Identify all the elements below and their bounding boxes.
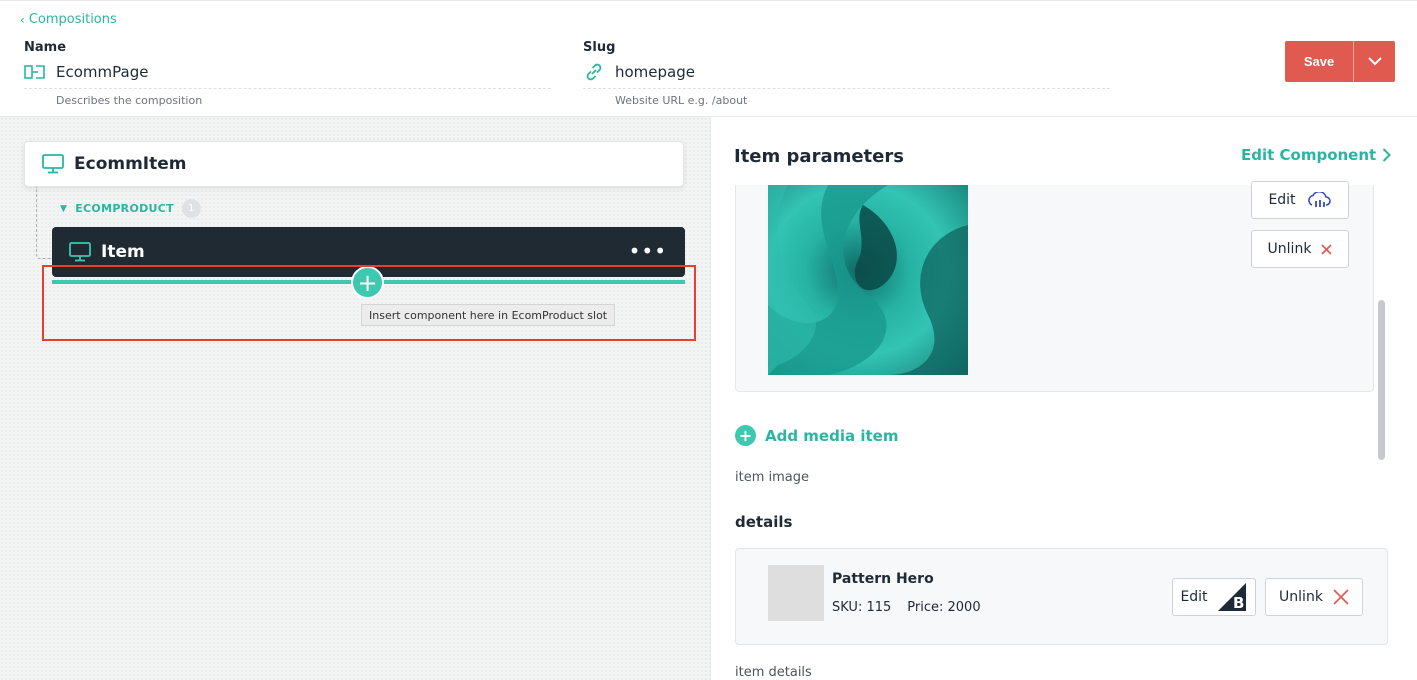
item-component-title: Item	[101, 242, 145, 262]
composition-icon	[24, 62, 46, 82]
more-options-icon[interactable]: •••	[629, 239, 667, 263]
close-icon	[1321, 243, 1333, 255]
monitor-icon	[42, 154, 64, 174]
svg-text:B: B	[1233, 594, 1244, 611]
tree-connector	[36, 187, 52, 259]
item-parameters-panel: Item parameters Edit Component Edit Unli…	[710, 117, 1417, 680]
highlight-annotation	[42, 265, 696, 341]
product-name: Pattern Hero	[832, 571, 934, 587]
edit-component-link[interactable]: Edit Component	[1241, 146, 1392, 164]
close-icon	[1333, 589, 1349, 605]
media-unlink-button[interactable]: Unlink	[1251, 230, 1349, 268]
add-media-item-button[interactable]: + Add media item	[735, 425, 898, 446]
slot-name: ECOMPRODUCT	[75, 202, 174, 215]
product-price: Price: 2000	[907, 600, 981, 615]
item-details-caption: item details	[735, 665, 812, 680]
slug-field[interactable]: homepage	[583, 62, 1110, 89]
slot-ecomproduct[interactable]: ▼ ECOMPRODUCT 1	[60, 199, 201, 218]
save-options-dropdown[interactable]	[1353, 41, 1395, 82]
name-field[interactable]: EcommPage	[24, 62, 551, 89]
slug-label: Slug	[583, 40, 616, 55]
bigcommerce-icon: B	[1217, 583, 1246, 611]
add-media-label: Add media item	[765, 426, 899, 445]
media-edit-label: Edit	[1268, 192, 1296, 208]
monitor-icon	[69, 242, 91, 262]
panel-title: Item parameters	[734, 146, 904, 167]
product-unlink-label: Unlink	[1279, 589, 1323, 605]
plus-circle-icon: +	[735, 425, 756, 446]
media-item-card: Edit Unlink	[735, 181, 1374, 392]
panel-scrollbar[interactable]	[1378, 300, 1385, 460]
product-sku: SKU: 115	[832, 600, 892, 615]
product-thumbnail	[768, 565, 824, 621]
slug-value[interactable]: homepage	[615, 63, 695, 81]
product-unlink-button[interactable]: Unlink	[1265, 578, 1363, 616]
product-meta: SKU: 115 Price: 2000	[832, 600, 981, 615]
save-button-group: Save	[1285, 41, 1395, 82]
product-edit-label: Edit	[1180, 589, 1208, 605]
cloudinary-icon	[1307, 192, 1331, 207]
chevron-left-icon: ‹	[20, 12, 25, 27]
save-button[interactable]: Save	[1285, 41, 1353, 82]
product-details-card: Pattern Hero SKU: 115 Price: 2000 Edit B…	[735, 548, 1388, 645]
details-section-title: details	[735, 513, 793, 531]
root-component-card[interactable]: EcommItem	[24, 141, 684, 187]
media-edit-button[interactable]: Edit	[1251, 181, 1349, 219]
root-component-title: EcommItem	[74, 154, 187, 174]
composition-canvas: EcommItem ▼ ECOMPRODUCT 1 Item ••• + Ins…	[0, 117, 710, 680]
media-thumbnail[interactable]	[768, 185, 968, 375]
product-edit-button[interactable]: Edit B	[1172, 578, 1256, 616]
edit-component-label: Edit Component	[1241, 146, 1377, 164]
link-icon	[583, 62, 605, 82]
slot-count-badge: 1	[181, 199, 201, 218]
composition-header: ‹ Compositions Name EcommPage Describes …	[0, 0, 1417, 117]
name-hint: Describes the composition	[56, 94, 203, 107]
media-unlink-label: Unlink	[1267, 241, 1312, 257]
back-to-compositions-link[interactable]: ‹ Compositions	[20, 12, 117, 27]
name-value[interactable]: EcommPage	[56, 63, 148, 81]
chevron-down-icon	[1367, 57, 1382, 66]
name-label: Name	[24, 40, 67, 55]
chevron-right-icon	[1383, 148, 1392, 162]
caret-down-icon: ▼	[60, 203, 68, 214]
slug-hint: Website URL e.g. /about	[615, 94, 748, 107]
item-image-caption: item image	[735, 470, 809, 485]
back-link-label: Compositions	[28, 12, 117, 27]
